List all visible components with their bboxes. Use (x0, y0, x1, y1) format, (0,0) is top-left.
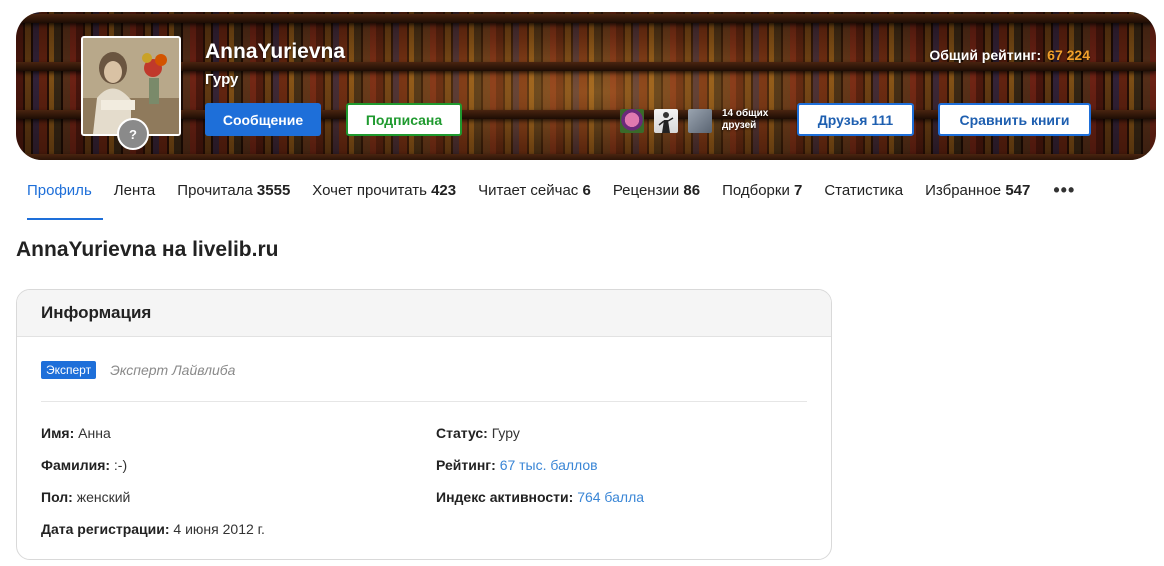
tab-reviews[interactable]: Рецензии 86 (602, 170, 711, 220)
tab-collections[interactable]: Подборки 7 (711, 170, 813, 220)
tab-label: Статистика (824, 182, 904, 199)
field-value: :-) (113, 457, 128, 473)
rating-link[interactable]: 67 тыс. баллов (500, 457, 598, 473)
total-rating: Общий рейтинг: 67 224 (929, 47, 1090, 63)
field-name: Имя: Анна (41, 425, 111, 441)
message-button[interactable]: Сообщение (205, 103, 321, 136)
more-tabs-button[interactable]: ••• (1041, 170, 1085, 201)
tab-reading-now[interactable]: Читает сейчас 6 (467, 170, 602, 220)
common-friends-link[interactable]: 14 общих друзей (722, 108, 778, 132)
profile-tabs: Профиль Лента Прочитала 3555 Хочет прочи… (16, 170, 1085, 220)
field-value: 4 июня 2012 г. (173, 521, 265, 537)
expert-row: Эксперт Эксперт Лайвлиба (41, 361, 235, 379)
tab-label: Лента (113, 182, 156, 199)
tab-count: 3555 (256, 182, 291, 199)
tab-feed[interactable]: Лента (103, 170, 167, 220)
field-gender: Пол: женский (41, 489, 130, 505)
tab-count: 7 (794, 182, 803, 199)
tab-label: Рецензии (612, 182, 680, 199)
field-rating: Рейтинг: 67 тыс. баллов (436, 457, 598, 473)
common-friend-avatar[interactable] (620, 109, 644, 133)
profile-banner (16, 12, 1156, 160)
field-value: Анна (78, 425, 111, 441)
tab-favorites[interactable]: Избранное 547 (914, 170, 1041, 220)
tab-label: Подборки (722, 182, 790, 199)
tab-count: 423 (431, 182, 457, 199)
field-label: Индекс активности: (436, 489, 574, 505)
tab-want-to-read[interactable]: Хочет прочитать 423 (301, 170, 467, 220)
field-activity-index: Индекс активности: 764 балла (436, 489, 644, 505)
tab-label: Хочет прочитать (312, 182, 427, 199)
info-card-title: Информация (17, 290, 831, 337)
field-value: женский (76, 489, 131, 505)
banner-shelf (16, 154, 1156, 160)
common-friends-count: 14 общих (722, 108, 769, 119)
common-friend-avatar[interactable] (654, 109, 678, 133)
field-status: Статус: Гуру (436, 425, 520, 441)
total-rating-value: 67 224 (1047, 47, 1090, 63)
profile-level: Гуру (205, 71, 239, 88)
total-rating-label: Общий рейтинг: (929, 47, 1042, 63)
tab-count: 86 (683, 182, 701, 199)
subscribed-button[interactable]: Подписана (346, 103, 462, 136)
tab-label: Прочитала (177, 182, 253, 199)
person-figure-icon (658, 112, 674, 133)
tab-profile[interactable]: Профиль (16, 170, 103, 220)
divider (41, 401, 807, 402)
tab-label: Избранное (925, 182, 1002, 199)
common-friends-label: друзей (722, 120, 757, 131)
field-registration-date: Дата регистрации: 4 июня 2012 г. (41, 521, 265, 537)
compare-books-button[interactable]: Сравнить книги (938, 103, 1091, 136)
banner-glow (166, 12, 1026, 160)
info-card: Информация Эксперт Эксперт Лайвлиба Имя:… (16, 289, 832, 560)
field-label: Рейтинг: (436, 457, 496, 473)
field-label: Дата регистрации: (41, 521, 170, 537)
field-label: Имя: (41, 425, 75, 441)
tab-label: Профиль (27, 182, 92, 199)
tab-read[interactable]: Прочитала 3555 (166, 170, 301, 220)
field-label: Фамилия: (41, 457, 111, 473)
page-title: AnnaYurievna на livelib.ru (16, 238, 279, 261)
tab-statistics[interactable]: Статистика (813, 170, 914, 220)
field-label: Пол: (41, 489, 73, 505)
banner-shelf (16, 14, 1156, 23)
tab-label: Читает сейчас (478, 182, 579, 199)
tab-count: 6 (582, 182, 591, 199)
field-value: Гуру (491, 425, 520, 441)
expert-description: Эксперт Лайвлиба (110, 362, 236, 378)
common-friend-avatar[interactable] (688, 109, 712, 133)
friends-button[interactable]: Друзья 111 (797, 103, 914, 136)
banner-shelf (16, 62, 1156, 71)
activity-link[interactable]: 764 балла (577, 489, 644, 505)
expert-badge[interactable]: Эксперт (41, 361, 97, 379)
profile-username: AnnaYurievna (205, 40, 346, 63)
field-label: Статус: (436, 425, 488, 441)
avatar-question-badge[interactable]: ? (117, 118, 149, 150)
tab-count: 547 (1005, 182, 1031, 199)
field-surname: Фамилия: :-) (41, 457, 127, 473)
